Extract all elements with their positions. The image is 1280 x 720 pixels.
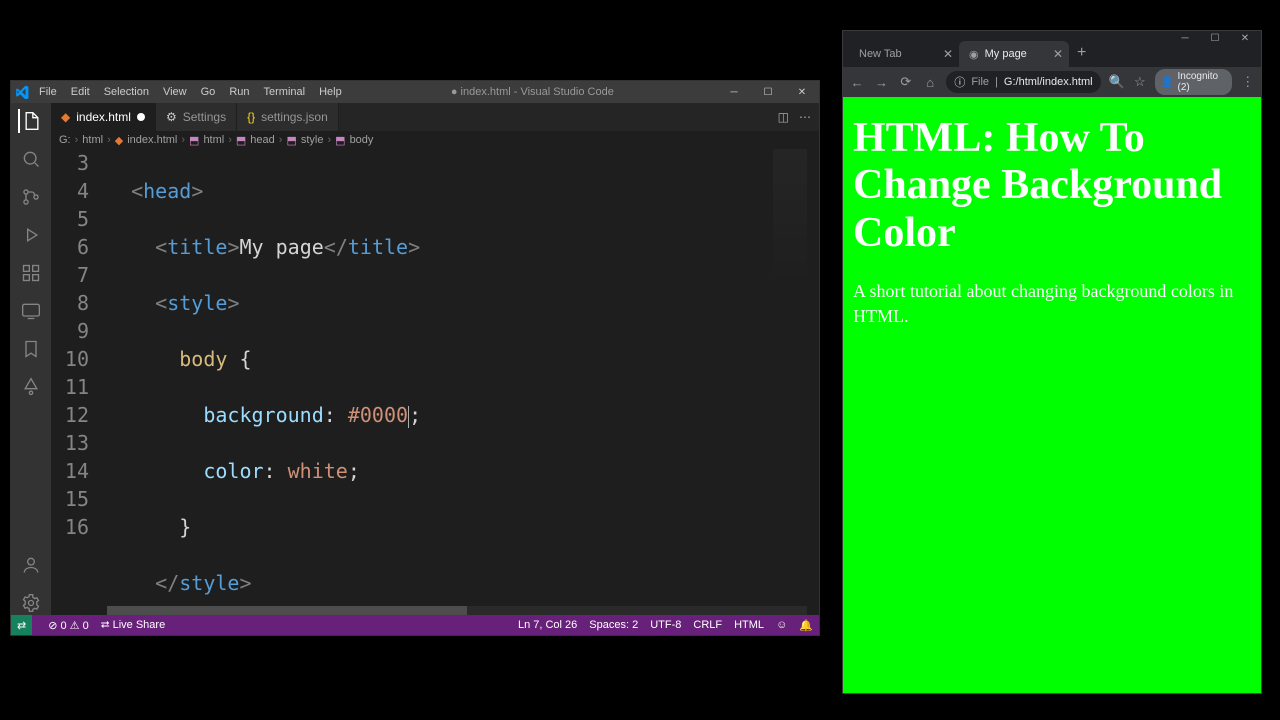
page-paragraph: A short tutorial about changing backgrou… (853, 279, 1251, 328)
status-bar: ⇄ ⊘ 0 ⚠ 0 ⮂ Live Share Ln 7, Col 26 Spac… (11, 615, 819, 635)
incognito-icon: 👤 (1161, 77, 1173, 88)
crumb[interactable]: G: (59, 134, 71, 146)
tab-label: settings.json (261, 110, 328, 124)
bookmark-star-icon[interactable]: ☆ (1133, 74, 1148, 90)
crumb[interactable]: index.html (127, 134, 177, 146)
json-file-icon: {} (247, 110, 255, 124)
new-tab-button[interactable]: + (1069, 44, 1094, 62)
menu-terminal[interactable]: Terminal (258, 84, 312, 100)
dirty-dot-icon (137, 113, 145, 121)
reload-icon[interactable]: ⟳ (898, 74, 914, 90)
status-bell-icon[interactable]: 🔔 (799, 619, 813, 632)
browser-viewport: HTML: How To Change Background Color A s… (843, 97, 1261, 693)
browser-tabs: New Tab ✕ ◉ My page ✕ + (843, 39, 1261, 67)
gear-icon: ⚙ (166, 110, 177, 124)
tab-label: index.html (76, 110, 131, 124)
menu-run[interactable]: Run (223, 84, 255, 100)
liveshare-icon[interactable] (19, 375, 43, 399)
vscode-window: File Edit Selection View Go Run Terminal… (10, 80, 820, 636)
status-liveshare[interactable]: ⮂ Live Share (101, 619, 165, 632)
vscode-logo-icon (11, 85, 33, 99)
url-scheme: File (971, 76, 989, 88)
tab-label: My page (985, 48, 1027, 60)
tab-label: Settings (183, 110, 226, 124)
crumb[interactable]: html (82, 134, 103, 146)
breadcrumbs[interactable]: G:› html› ◆index.html› ⬒html› ⬒head› ⬒st… (51, 131, 819, 149)
tab-index-html[interactable]: ◆ index.html (51, 103, 156, 131)
status-problems[interactable]: ⊘ 0 ⚠ 0 (48, 619, 89, 632)
page-heading: HTML: How To Change Background Color (853, 115, 1251, 257)
browser-window: ─ ☐ ✕ New Tab ✕ ◉ My page ✕ + ← → ⟳ ⌂ ⓘ … (842, 30, 1262, 694)
code-editor[interactable]: 345678910111213141516 <head> <title>My p… (51, 149, 819, 615)
editor-tabs: ◆ index.html ⚙ Settings {} settings.json… (51, 103, 819, 131)
address-bar[interactable]: ⓘ File | G:/html/index.html (946, 71, 1100, 93)
globe-icon: ◉ (969, 48, 979, 61)
menu-go[interactable]: Go (195, 84, 222, 100)
incognito-badge[interactable]: 👤 Incognito (2) (1155, 69, 1232, 95)
code-content[interactable]: <head> <title>My page</title> <style> bo… (107, 149, 819, 615)
explorer-icon[interactable] (18, 109, 42, 133)
vscode-menu: File Edit Selection View Go Run Terminal… (33, 84, 348, 100)
horizontal-scrollbar[interactable] (107, 606, 807, 615)
menu-edit[interactable]: Edit (65, 84, 96, 100)
crumb[interactable]: html (203, 134, 224, 146)
extensions-icon[interactable] (19, 261, 43, 285)
crumb[interactable]: body (350, 134, 374, 146)
close-icon[interactable]: ✕ (785, 81, 819, 103)
status-language[interactable]: HTML (734, 619, 764, 632)
more-icon[interactable]: ⋯ (799, 110, 811, 124)
tab-close-icon[interactable]: ✕ (1053, 47, 1063, 61)
crumb[interactable]: style (301, 134, 324, 146)
tab-label: New Tab (859, 48, 902, 60)
maximize-icon[interactable]: ☐ (751, 81, 785, 103)
html-file-icon: ◆ (61, 110, 70, 124)
status-cursor-pos[interactable]: Ln 7, Col 26 (518, 619, 577, 632)
tab-close-icon[interactable]: ✕ (943, 47, 953, 61)
minimize-icon[interactable]: ─ (717, 81, 751, 103)
home-icon[interactable]: ⌂ (922, 75, 938, 90)
minimap[interactable] (773, 149, 807, 615)
forward-icon[interactable]: → (873, 75, 889, 90)
url-path: G:/html/index.html (1004, 76, 1093, 88)
menu-selection[interactable]: Selection (98, 84, 155, 100)
status-eol[interactable]: CRLF (693, 619, 722, 632)
menu-help[interactable]: Help (313, 84, 348, 100)
menu-view[interactable]: View (157, 84, 193, 100)
account-icon[interactable] (19, 553, 43, 577)
back-icon[interactable]: ← (849, 75, 865, 90)
tab-my-page[interactable]: ◉ My page ✕ (959, 41, 1069, 67)
git-icon[interactable] (19, 185, 43, 209)
menu-file[interactable]: File (33, 84, 63, 100)
tab-new-tab[interactable]: New Tab ✕ (849, 41, 959, 67)
activity-bar (11, 103, 51, 615)
line-numbers: 345678910111213141516 (51, 149, 107, 615)
crumb[interactable]: head (250, 134, 274, 146)
bookmark-icon[interactable] (19, 337, 43, 361)
info-icon[interactable]: ⓘ (954, 74, 965, 90)
search-icon[interactable] (19, 147, 43, 171)
debug-icon[interactable] (19, 223, 43, 247)
scroll-thumb[interactable] (107, 606, 467, 615)
status-encoding[interactable]: UTF-8 (650, 619, 681, 632)
window-title: ● index.html - Visual Studio Code (348, 86, 717, 98)
status-feedback-icon[interactable]: ☺ (776, 619, 787, 632)
split-editor-icon[interactable]: ◫ (778, 110, 789, 124)
browser-toolbar: ← → ⟳ ⌂ ⓘ File | G:/html/index.html 🔍 ☆ … (843, 67, 1261, 97)
zoom-icon[interactable]: 🔍 (1109, 74, 1125, 90)
vscode-titlebar[interactable]: File Edit Selection View Go Run Terminal… (11, 81, 819, 103)
settings-gear-icon[interactable] (19, 591, 43, 615)
remote-indicator[interactable]: ⇄ (11, 615, 32, 635)
remote-icon[interactable] (19, 299, 43, 323)
tab-settings[interactable]: ⚙ Settings (156, 103, 237, 131)
tab-settings-json[interactable]: {} settings.json (237, 103, 339, 131)
status-spaces[interactable]: Spaces: 2 (589, 619, 638, 632)
menu-dots-icon[interactable]: ⋮ (1240, 74, 1255, 90)
